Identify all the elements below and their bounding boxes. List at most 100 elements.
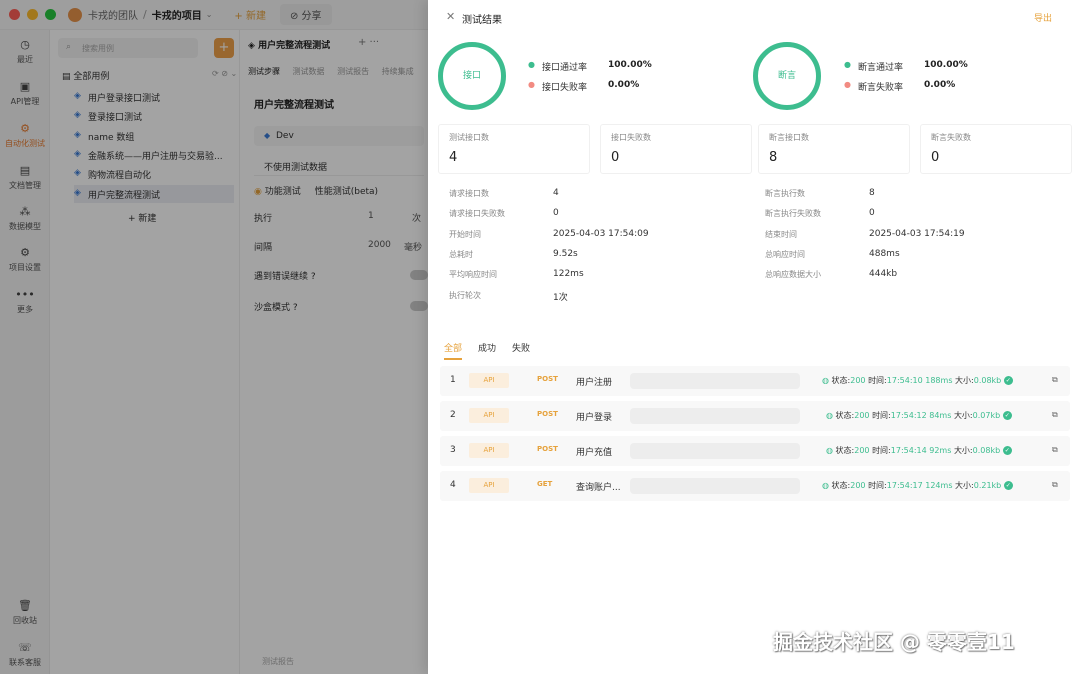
request-index: 1 <box>450 375 456 385</box>
status-code: 200 <box>854 411 870 420</box>
stat-card-assert-apis: 断言接口数 8 <box>758 124 910 174</box>
status-code: 200 <box>854 446 870 455</box>
open-detail-icon[interactable]: ⧉ <box>1052 445 1058 455</box>
drawer-title: 测试结果 <box>462 15 502 26</box>
request-status: ◍ 状态:200 时间:17:54:10 188ms 大小:0.08kb ✓ <box>822 375 1013 386</box>
stat-card-failed-apis: 接口失败数 0 <box>600 124 752 174</box>
detail-label: 开始时间 <box>449 230 481 239</box>
request-row[interactable]: 2 API POST 用户登录 ◍ 状态:200 时间:17:54:12 84m… <box>440 401 1070 431</box>
success-check-icon: ✓ <box>1002 446 1012 455</box>
watermark: 掘金技术社区 @ 零零壹11 <box>773 630 1015 654</box>
assert-fail-label: 断言失败率 <box>858 83 904 93</box>
request-duration: 124ms <box>925 481 953 490</box>
request-name: 用户充值 <box>576 448 613 458</box>
request-url-redacted <box>630 478 800 494</box>
detail-value: 4 <box>553 188 559 198</box>
assert-fail-value: 0.00% <box>924 80 956 90</box>
time-label: 时间: <box>868 376 887 385</box>
api-pass-label: 接口通过率 <box>542 63 588 73</box>
stat-label: 断言失败数 <box>931 133 971 142</box>
detail-label: 结束时间 <box>765 230 797 239</box>
request-time: 17:54:12 <box>890 411 927 420</box>
assert-pass-label: 断言通过率 <box>858 63 904 73</box>
open-detail-icon[interactable]: ⧉ <box>1052 480 1058 490</box>
request-method: POST <box>537 410 558 418</box>
assert-ring-label: 断言 <box>777 71 796 81</box>
status-label: 状态: <box>835 446 855 455</box>
open-detail-icon[interactable]: ⧉ <box>1052 410 1058 420</box>
detail-value: 8 <box>869 188 875 198</box>
detail-label: 请求接口数 <box>449 189 489 198</box>
request-size: 0.08kb <box>973 376 1002 385</box>
request-size: 0.08kb <box>972 446 1001 455</box>
request-index: 2 <box>450 410 456 420</box>
globe-icon: ◍ <box>822 481 829 490</box>
request-url-redacted <box>630 408 800 424</box>
pass-dot-icon: ● <box>844 60 851 69</box>
detail-asserts-failed: 断言执行失败数 0 <box>765 208 1025 220</box>
request-type-badge: API <box>469 373 509 388</box>
stat-label: 接口失败数 <box>611 133 651 142</box>
success-check-icon: ✓ <box>1003 481 1013 490</box>
detail-requests: 请求接口数 4 <box>449 188 709 200</box>
request-index: 3 <box>450 445 456 455</box>
request-row[interactable]: 3 API POST 用户充值 ◍ 状态:200 时间:17:54:14 92m… <box>440 436 1070 466</box>
result-filter-tabs: 全部 成功 失败 <box>442 338 1066 360</box>
request-method: GET <box>537 480 553 488</box>
request-row[interactable]: 1 API POST 用户注册 ◍ 状态:200 时间:17:54:10 188… <box>440 366 1070 396</box>
detail-value: 488ms <box>869 249 900 259</box>
stat-value: 4 <box>449 150 458 165</box>
request-method: POST <box>537 375 558 383</box>
detail-value: 122ms <box>553 269 584 279</box>
detail-value: 444kb <box>869 269 898 279</box>
tab-success[interactable]: 成功 <box>478 341 496 354</box>
request-duration: 188ms <box>925 376 953 385</box>
detail-value: 0 <box>869 208 875 218</box>
pass-dot-icon: ● <box>528 60 535 69</box>
api-pass-value: 100.00% <box>608 60 652 70</box>
test-result-drawer: ✕ 测试结果 导出 接口 ● 接口通过率 100.00% ● 接口失败率 0.0… <box>428 0 1080 674</box>
status-label: 状态: <box>835 411 855 420</box>
size-label: 大小: <box>953 411 973 420</box>
time-label: 时间: <box>872 446 891 455</box>
request-name: 用户注册 <box>576 378 613 388</box>
api-fail-label: 接口失败率 <box>542 83 588 93</box>
stat-value: 8 <box>769 150 778 165</box>
globe-icon: ◍ <box>822 376 829 385</box>
detail-label: 平均响应时间 <box>449 270 497 279</box>
request-row[interactable]: 4 API GET 查询账户... ◍ 状态:200 时间:17:54:17 1… <box>440 471 1070 501</box>
size-label: 大小: <box>953 446 973 455</box>
detail-label: 请求接口失败数 <box>449 209 505 218</box>
assert-fail-rate: ● 断言失败率 0.00% <box>844 80 1004 94</box>
detail-value: 1次 <box>553 293 568 303</box>
tab-failed[interactable]: 失败 <box>512 341 530 354</box>
detail-value: 0 <box>553 208 559 218</box>
size-label: 大小: <box>955 481 974 490</box>
request-type-badge: API <box>469 443 509 458</box>
request-url-redacted <box>630 373 800 389</box>
tab-all[interactable]: 全部 <box>444 341 463 360</box>
success-check-icon: ✓ <box>1002 411 1012 420</box>
size-label: 大小: <box>955 376 974 385</box>
request-url-redacted <box>630 443 800 459</box>
stat-card-failed-asserts: 断言失败数 0 <box>920 124 1072 174</box>
detail-rounds: 执行轮次 1次 <box>449 290 709 303</box>
request-status: ◍ 状态:200 时间:17:54:17 124ms 大小:0.21kb ✓ <box>822 480 1013 491</box>
stat-label: 断言接口数 <box>769 133 809 142</box>
fail-dot-icon: ● <box>528 80 535 89</box>
stat-value: 0 <box>931 150 940 165</box>
api-pass-rate: ● 接口通过率 100.00% <box>528 60 688 74</box>
detail-start-time: 开始时间 2025-04-03 17:54:09 <box>449 229 709 241</box>
detail-label: 总响应数据大小 <box>765 270 821 279</box>
detail-label: 执行轮次 <box>449 291 481 300</box>
status-code: 200 <box>850 481 866 490</box>
export-button[interactable]: 导出 <box>1034 11 1052 24</box>
open-detail-icon[interactable]: ⧉ <box>1052 375 1058 385</box>
stat-value: 0 <box>611 150 620 165</box>
request-status: ◍ 状态:200 时间:17:54:14 92ms 大小:0.08kb ✓ <box>826 445 1012 456</box>
request-name: 用户登录 <box>576 413 613 423</box>
api-ring-label: 接口 <box>462 71 481 81</box>
assert-pass-value: 100.00% <box>924 60 968 70</box>
close-icon[interactable]: ✕ <box>446 10 455 23</box>
stat-label: 测试接口数 <box>449 133 489 142</box>
